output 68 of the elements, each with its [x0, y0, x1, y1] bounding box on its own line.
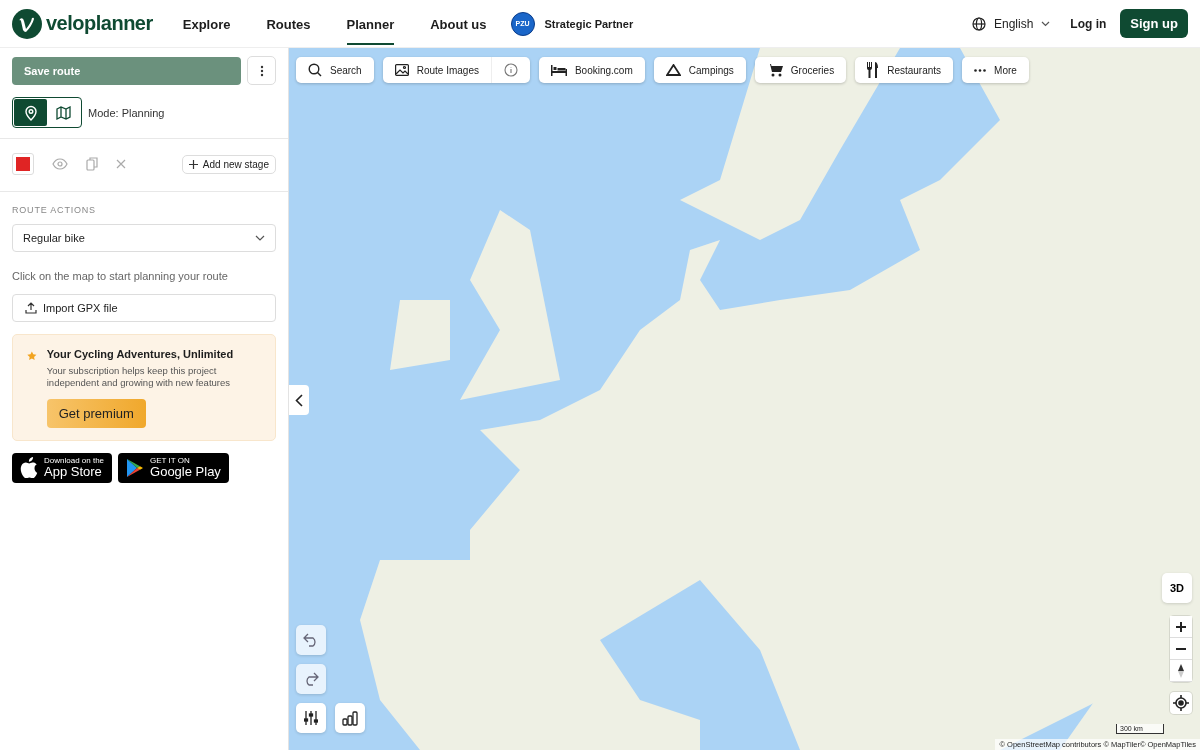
map-tool-button[interactable]: Groceries [754, 57, 847, 83]
get-premium-button[interactable]: Get premium [46, 398, 146, 428]
bike-type-dropdown[interactable]: Regular bike [12, 224, 276, 252]
map-tool-button[interactable]: More [962, 57, 1029, 83]
logo-icon[interactable] [12, 8, 42, 39]
collapse-sidebar-button[interactable] [289, 385, 309, 415]
globe-icon [971, 16, 986, 31]
plus-icon [188, 159, 198, 169]
minus-icon [1176, 647, 1186, 650]
store-badge[interactable]: Download on the App Store [12, 452, 113, 483]
store-caption: GET IT ON [150, 457, 190, 466]
nav-link[interactable]: Explore [182, 2, 231, 45]
partner-label[interactable]: Strategic Partner [544, 17, 634, 30]
nav-link[interactable]: Routes [266, 2, 311, 45]
filter-button[interactable] [296, 703, 326, 733]
undo-icon [303, 633, 319, 647]
store-caption: Download on the [44, 457, 105, 466]
undo-button[interactable] [296, 625, 326, 655]
premium-text: Your subscription helps keep this project independent and growing with new features [46, 365, 231, 390]
store-name: App Store [44, 465, 102, 479]
mode-button[interactable] [14, 99, 47, 126]
language-selector[interactable]: English [965, 15, 1057, 32]
chevron-icon [255, 235, 265, 241]
map-tool-button[interactable]: Restaurants [855, 57, 954, 83]
kebab-icon [259, 64, 264, 77]
tent-icon [665, 64, 681, 76]
redo-button[interactable] [296, 664, 326, 694]
store-name: Google Play [150, 465, 221, 479]
elevation-button[interactable] [335, 703, 365, 733]
store-badge[interactable]: GET IT ON Google Play [118, 452, 229, 483]
map-tool-button[interactable]: Route Images [382, 57, 491, 83]
crosshair-icon [1173, 695, 1189, 711]
save-route-button[interactable]: Save route [12, 56, 241, 85]
hint-text: Click on the map to start planning your route [12, 270, 229, 282]
search-icon [308, 63, 322, 77]
logo-text[interactable]: veloplanner [46, 12, 153, 35]
sliders-icon [304, 711, 318, 725]
upload-icon [25, 302, 37, 314]
plus-icon [1176, 621, 1186, 632]
map-tool-button[interactable]: Search [296, 57, 374, 83]
locate-button[interactable] [1170, 692, 1192, 714]
map-tool-button[interactable]: Campings [653, 57, 746, 83]
map-icon [56, 105, 71, 120]
play-icon [126, 457, 145, 478]
apple-icon [20, 457, 38, 479]
cutlery-icon [867, 62, 880, 78]
image-icon [394, 64, 409, 76]
add-stage-button[interactable]: Add new stage [181, 154, 276, 174]
chevron-icon [1041, 20, 1051, 27]
pin-icon [23, 104, 38, 121]
dots-icon [974, 68, 987, 72]
section-title: ROUTE ACTIONS [12, 205, 97, 215]
bed-icon [550, 64, 567, 76]
map-tool-button[interactable]: Booking.com [538, 57, 645, 83]
nav-link[interactable]: About us [430, 2, 487, 45]
mode-label: Mode: Planning [88, 106, 165, 119]
bar-chart-icon [342, 710, 358, 726]
zoom-in-button[interactable] [1170, 616, 1192, 638]
signup-button[interactable]: Sign up [1120, 9, 1188, 38]
compass-icon [1178, 663, 1184, 678]
premium-title: Your Cycling Adventures, Unlimited [46, 348, 235, 360]
login-link[interactable]: Log in [1070, 16, 1107, 31]
info-icon [503, 63, 518, 77]
chevron-left-icon [295, 393, 303, 407]
nav-link[interactable]: Planner [346, 2, 395, 45]
import-gpx-button[interactable]: Import GPX file [12, 294, 276, 322]
redo-icon [303, 672, 319, 686]
3d-button[interactable]: 3D [1162, 573, 1192, 603]
